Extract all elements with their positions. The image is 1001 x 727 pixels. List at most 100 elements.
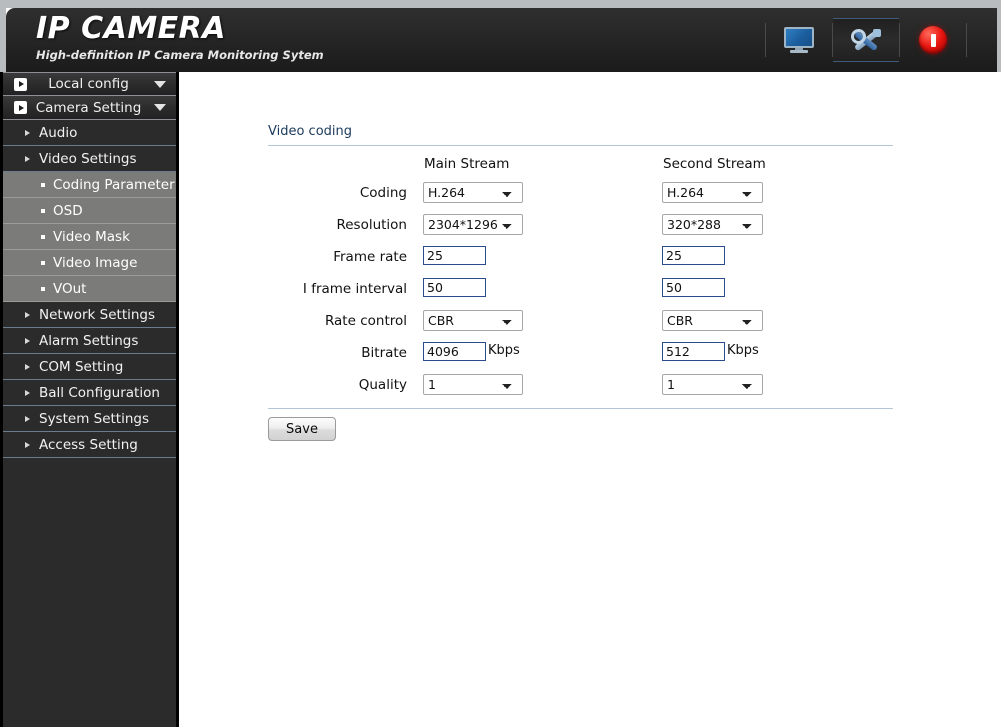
sidebar-item-audio[interactable]: Audio [3,120,176,146]
row-quality: Quality 123456 123456 [179,374,1001,406]
rate-control-select-second[interactable]: CBRVBR [662,310,763,331]
content-area: Video coding Main Stream Second Stream C… [179,72,1001,727]
toolbar-divider [966,23,967,57]
arrow-right-icon [25,363,30,370]
quality-select-main[interactable]: 123456 [423,374,523,395]
column-header-main-stream: Main Stream [424,156,510,172]
sidebar-item-system-settings[interactable]: System Settings [3,406,176,432]
bullet-icon [41,234,45,239]
sidebar-item-label: Audio [39,124,78,141]
logout-button[interactable] [900,16,966,64]
coding-select-main[interactable]: H.264H.265MJPEG [423,182,523,203]
arrow-right-icon [25,129,30,136]
sidebar-item-osd[interactable]: OSD [3,198,176,224]
sidebar-item-label: OSD [53,202,83,219]
sidebar-item-network-settings[interactable]: Network Settings [3,302,176,328]
field-rate-control-second: CBRVBR [662,310,763,331]
live-view-button[interactable] [766,16,832,64]
field-i-frame-interval-second [662,278,725,297]
arrow-right-icon [25,441,30,448]
ip-camera-page: IP CAMERA High-definition IP Camera Moni… [0,0,1001,727]
label-frame-rate: Frame rate [333,249,407,265]
chevron-down-icon [154,104,166,111]
quality-select-second[interactable]: 123456 [662,374,763,395]
sidebar-item-label: VOut [53,280,87,297]
field-rate-control-main: CBRVBR [423,310,523,331]
tools-icon [847,25,882,54]
sidebar-item-video-image[interactable]: Video Image [3,250,176,276]
bitrate-input-second[interactable] [662,342,725,361]
save-button[interactable]: Save [268,417,336,441]
expand-box-icon [14,77,27,91]
bullet-icon [41,260,45,265]
sidebar-group-label: Local config [48,76,129,92]
rate-control-select-main[interactable]: CBRVBR [423,310,523,331]
label-quality: Quality [358,377,407,393]
bullet-icon [41,286,45,291]
field-bitrate-main: Kbps [423,342,520,361]
sidebar-item-access-setting[interactable]: Access Setting [3,432,176,458]
bitrate-input-main[interactable] [423,342,486,361]
bullet-icon [41,182,45,187]
field-coding-main: H.264H.265MJPEG [423,182,523,203]
i-frame-interval-input-main[interactable] [423,278,486,297]
frame-rate-input-main[interactable] [423,246,486,265]
app-title: IP CAMERA [36,11,226,46]
coding-select-second[interactable]: H.264H.265MJPEG [662,182,763,203]
sidebar-item-label: Video Settings [39,150,137,167]
sidebar-item-video-mask[interactable]: Video Mask [3,224,176,250]
row-rate-control: Rate control CBRVBR CBRVBR [179,310,1001,342]
resolution-select-main[interactable]: 2304*12961920*10801280*720 [423,214,523,235]
sidebar-item-alarm-settings[interactable]: Alarm Settings [3,328,176,354]
field-i-frame-interval-main [423,278,486,297]
bitrate-unit-second: Kbps [727,343,759,358]
video-coding-form: Coding H.264H.265MJPEG H.264H.265MJPEG R… [179,182,1001,406]
sidebar-item-coding-parameter[interactable]: Coding Parameter [3,172,176,198]
arrow-right-icon [25,155,30,162]
bullet-icon [41,208,45,213]
sidebar-item-label: System Settings [39,410,150,427]
section-title: Video coding [268,124,893,146]
field-frame-rate-second [662,246,725,265]
bitrate-unit-main: Kbps [488,343,520,358]
label-rate-control: Rate control [324,313,407,329]
app-header: IP CAMERA High-definition IP Camera Moni… [6,8,997,72]
settings-button[interactable] [833,18,899,62]
row-coding: Coding H.264H.265MJPEG H.264H.265MJPEG [179,182,1001,214]
form-divider [268,408,893,409]
field-coding-second: H.264H.265MJPEG [662,182,763,203]
field-resolution-main: 2304*12961920*10801280*720 [423,214,523,235]
sidebar-group-local-config[interactable]: Local config [3,72,176,96]
sidebar-group-label: Camera Setting [35,99,142,116]
sidebar-item-com-setting[interactable]: COM Setting [3,354,176,380]
label-bitrate: Bitrate [361,345,407,361]
arrow-right-icon [25,415,30,422]
label-i-frame-interval: I frame interval [302,281,407,297]
frame-rate-input-second[interactable] [662,246,725,265]
label-coding: Coding [359,185,407,201]
field-frame-rate-main [423,246,486,265]
field-quality-second: 123456 [662,374,763,395]
sidebar-item-label: Ball Configuration [39,384,160,401]
column-header-second-stream: Second Stream [663,156,766,172]
app-subtitle: High-definition IP Camera Monitoring Syt… [36,48,324,62]
sidebar-item-video-settings[interactable]: Video Settings [3,146,176,172]
field-bitrate-second: Kbps [662,342,759,361]
brand: IP CAMERA High-definition IP Camera Moni… [36,12,324,63]
i-frame-interval-input-second[interactable] [662,278,725,297]
sidebar-item-ball-configuration[interactable]: Ball Configuration [3,380,176,406]
sidebar-group-camera-setting[interactable]: Camera Setting [3,96,176,120]
sidebar-item-label: Network Settings [39,306,156,323]
arrow-right-icon [25,337,30,344]
power-icon [919,26,947,54]
window-frame-right [997,8,1001,72]
row-bitrate: Bitrate Kbps Kbps [179,342,1001,374]
sidebar-item-label: Video Mask [53,228,130,245]
sidebar-item-label: COM Setting [39,358,124,375]
field-resolution-second: 320*288704*576352*288 [662,214,763,235]
sidebar-item-label: Alarm Settings [39,332,139,349]
field-quality-main: 123456 [423,374,523,395]
row-i-frame-interval: I frame interval [179,278,1001,310]
sidebar-item-vout[interactable]: VOut [3,276,176,302]
resolution-select-second[interactable]: 320*288704*576352*288 [662,214,763,235]
